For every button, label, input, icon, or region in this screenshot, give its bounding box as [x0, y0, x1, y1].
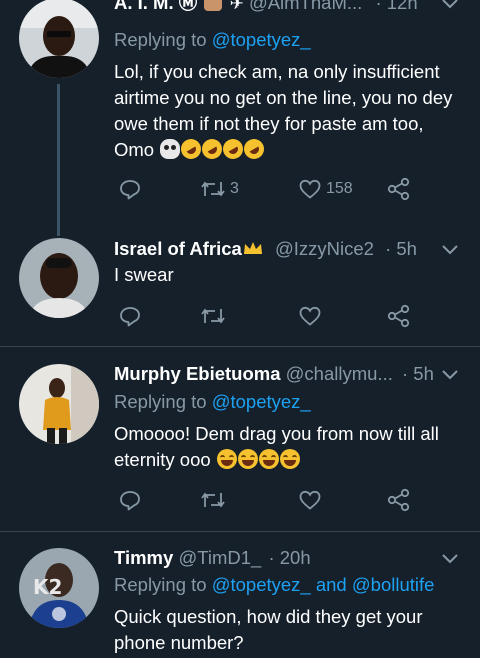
tweet-text: I swear — [114, 264, 174, 285]
chevron-down-icon[interactable] — [440, 0, 460, 16]
tweet-actions — [114, 486, 414, 514]
chevron-down-icon[interactable] — [440, 236, 460, 262]
timestamp[interactable]: · 5h — [385, 238, 417, 259]
retweet-count: 3 — [230, 180, 239, 197]
retweet-icon — [201, 308, 225, 324]
retweet-button[interactable]: 3 — [200, 175, 239, 203]
reply-icon — [120, 491, 140, 511]
thread-line — [57, 84, 60, 218]
chevron-down-icon[interactable] — [440, 361, 460, 387]
retweet-icon — [201, 181, 225, 197]
laughing-emoji-icon — [258, 449, 279, 469]
share-icon — [387, 177, 410, 201]
heart-icon — [299, 490, 321, 510]
mention-link[interactable]: @bollutife — [352, 574, 435, 595]
reply-button[interactable] — [118, 302, 142, 330]
thread-line — [57, 218, 60, 236]
reply-button[interactable] — [118, 175, 142, 203]
tweet-text: Lol, if you check am, na only insufficie… — [114, 59, 464, 163]
share-button[interactable] — [386, 175, 412, 203]
tweet-header: A. I. M. Ⓜ ✈ @AimThaM... · 12h — [114, 0, 464, 16]
tweet-text: Omoooo! Dem drag you from now till all e… — [114, 421, 464, 473]
replying-label: Replying to — [114, 29, 207, 50]
replying-to: Replying to @topetyez_ — [114, 27, 311, 53]
timestamp[interactable]: · 20h — [268, 547, 310, 568]
mention-link[interactable]: @topetyez_ — [212, 574, 311, 595]
like-count: 158 — [326, 180, 353, 197]
reply-button[interactable] — [118, 486, 142, 514]
avatar[interactable]: K2 — [19, 548, 99, 628]
like-button[interactable]: 158 — [298, 175, 353, 203]
airplane-icon: ✈ — [229, 0, 244, 13]
reply-icon — [120, 180, 140, 200]
avatar[interactable] — [19, 238, 99, 318]
share-button[interactable] — [386, 486, 412, 514]
avatar[interactable] — [19, 364, 99, 444]
tweet-header: Israel of Africa @IzzyNice2 · 5h — [114, 236, 464, 262]
display-name[interactable]: Timmy — [114, 547, 173, 568]
tweet-actions: 3 158 — [114, 175, 414, 203]
crown-icon — [242, 237, 264, 263]
laughing-emoji-icon — [279, 449, 300, 469]
tweet-aim[interactable]: A. I. M. Ⓜ ✈ @AimThaM... · 12h Replying … — [0, 0, 480, 218]
mention-link[interactable]: @topetyez_ — [212, 29, 311, 50]
tweet-israel[interactable]: Israel of Africa @IzzyNice2 · 5h I swear — [0, 218, 480, 346]
like-button[interactable] — [298, 486, 322, 514]
heart-icon — [299, 179, 321, 199]
emoji-person-icon — [204, 0, 223, 11]
tweet-murphy[interactable]: Murphy Ebietuoma @challymu... · 5h Reply… — [0, 347, 480, 531]
laughing-emoji-icon — [237, 449, 258, 469]
heart-icon — [299, 306, 321, 326]
timestamp[interactable]: · 12h — [375, 0, 417, 13]
skull-emoji-icon — [160, 139, 181, 159]
handle[interactable]: @AimThaM... — [249, 0, 362, 13]
handle[interactable]: @TimD1_ — [178, 547, 261, 568]
tweet-text: Quick question, how did they get your ph… — [114, 606, 423, 653]
retweet-icon — [201, 492, 225, 508]
replying-label: Replying to — [114, 574, 207, 595]
rofl-emoji-icon — [240, 135, 268, 163]
avatar[interactable] — [19, 0, 99, 78]
share-button[interactable] — [386, 302, 412, 330]
replying-and: and — [315, 574, 347, 595]
replying-to: Replying to @topetyez_ — [114, 389, 311, 415]
display-name[interactable]: A. I. M. Ⓜ — [114, 0, 197, 13]
share-icon — [387, 488, 410, 512]
retweet-button[interactable] — [200, 302, 226, 330]
replying-to: Replying to @topetyez_ and @bollutife — [114, 572, 434, 598]
tweet-actions — [114, 302, 414, 330]
svg-text:K2: K2 — [33, 575, 62, 599]
tweet-header: Timmy @TimD1_ · 20h — [114, 545, 464, 571]
timestamp[interactable]: · 5h — [402, 363, 434, 384]
tweet-header: Murphy Ebietuoma @challymu... · 5h — [114, 361, 464, 387]
share-icon — [387, 304, 410, 328]
like-button[interactable] — [298, 302, 322, 330]
display-name[interactable]: Murphy Ebietuoma — [114, 363, 281, 384]
tweet-timmy[interactable]: K2 Timmy @TimD1_ · 20h Replying to @tope… — [0, 532, 480, 658]
mention-link[interactable]: @topetyez_ — [212, 391, 311, 412]
reply-icon — [120, 307, 140, 327]
chevron-down-icon[interactable] — [440, 545, 460, 571]
retweet-button[interactable] — [200, 486, 226, 514]
laughing-emoji-icon — [216, 449, 237, 469]
handle[interactable]: @challymu... — [286, 363, 393, 384]
handle[interactable]: @IzzyNice2 — [275, 238, 374, 259]
display-name[interactable]: Israel of Africa — [114, 238, 242, 259]
replying-label: Replying to — [114, 391, 207, 412]
